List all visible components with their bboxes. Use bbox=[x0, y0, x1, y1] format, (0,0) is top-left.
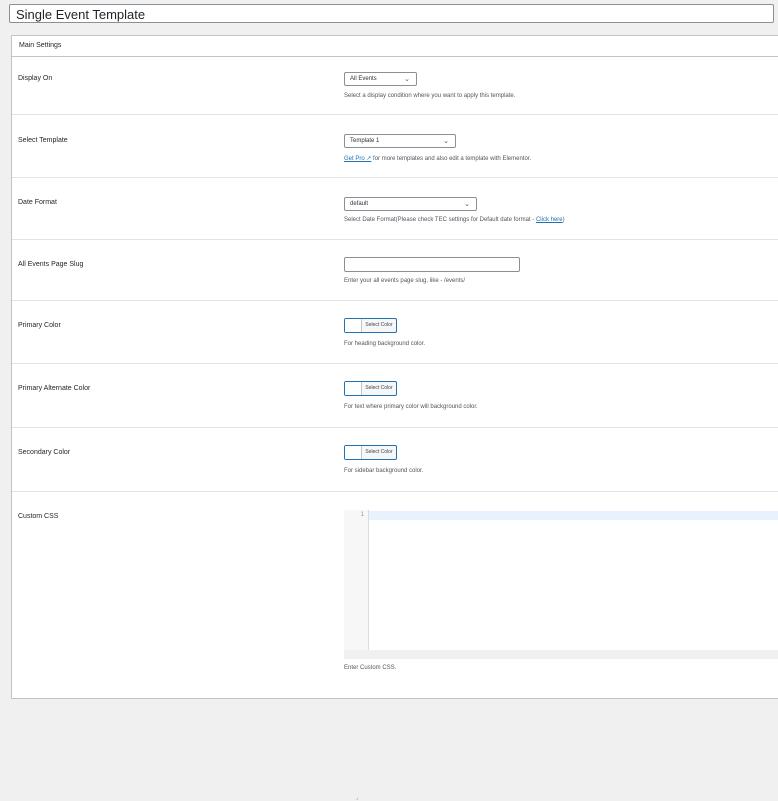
custom-css-label: Custom CSS bbox=[18, 513, 59, 520]
primary-alt-color-description: For text where primary color will backgr… bbox=[344, 404, 478, 410]
chevron-down-icon: ⌄ bbox=[404, 76, 410, 83]
date-format-select[interactable]: default ⌄ bbox=[344, 197, 477, 211]
primary-color-label: Primary Color bbox=[18, 322, 61, 329]
resize-handle-icon[interactable]: ⌟ bbox=[356, 795, 358, 801]
select-color-label: Select Color bbox=[365, 322, 393, 328]
row-secondary-color: Secondary Color Select Color For sidebar… bbox=[12, 427, 778, 492]
date-format-value: default bbox=[350, 201, 369, 207]
custom-css-description: Enter Custom CSS. bbox=[344, 665, 397, 671]
custom-css-editor[interactable]: 1 ⌟ bbox=[344, 510, 778, 801]
select-template-value: Template 1 bbox=[350, 138, 380, 144]
row-primary-alt-color: Primary Alternate Color Select Color For… bbox=[12, 363, 778, 428]
date-format-description: Select Date Format(Please check TEC sett… bbox=[344, 217, 565, 223]
get-pro-link[interactable]: Get Pro ↗ bbox=[344, 156, 371, 162]
events-slug-label: All Events Page Slug bbox=[18, 261, 84, 268]
secondary-color-picker-button[interactable]: Select Color bbox=[344, 445, 397, 460]
row-select-template: Select Template Template 1 ⌄ Get Pro ↗ f… bbox=[12, 114, 778, 178]
chevron-down-icon: ⌄ bbox=[464, 201, 470, 208]
select-template-description-text: for more templates and also edit a templ… bbox=[371, 156, 532, 162]
primary-alt-color-picker-button[interactable]: Select Color bbox=[344, 381, 397, 396]
line-number-gutter: 1 bbox=[344, 510, 369, 650]
primary-color-picker-button[interactable]: Select Color bbox=[344, 318, 397, 333]
date-format-description-end: ) bbox=[562, 217, 565, 223]
display-on-value: All Events bbox=[350, 76, 377, 82]
select-color-label: Select Color bbox=[365, 449, 393, 455]
color-swatch bbox=[345, 446, 362, 459]
select-template-label: Select Template bbox=[18, 137, 68, 144]
secondary-color-description: For sidebar background color. bbox=[344, 468, 424, 474]
select-color-label: Select Color bbox=[365, 385, 393, 391]
events-slug-input[interactable] bbox=[344, 257, 520, 272]
display-on-label: Display On bbox=[18, 75, 53, 82]
date-format-description-text: Select Date Format(Please check TEC sett… bbox=[344, 217, 536, 223]
secondary-color-label: Secondary Color bbox=[18, 449, 71, 456]
display-on-select[interactable]: All Events ⌄ bbox=[344, 72, 417, 86]
row-display-on: Display On All Events ⌄ Select a display… bbox=[12, 56, 778, 115]
primary-alt-color-label: Primary Alternate Color bbox=[18, 385, 91, 392]
main-settings-panel: Main Settings Display On All Events ⌄ Se… bbox=[11, 35, 778, 801]
select-template-description: Get Pro ↗ for more templates and also ed… bbox=[344, 155, 531, 162]
date-format-label: Date Format bbox=[18, 199, 57, 206]
row-events-slug: All Events Page Slug Enter your all even… bbox=[12, 239, 778, 301]
editor-footer: ⌟ bbox=[344, 650, 778, 801]
display-on-description: Select a display condition where you wan… bbox=[344, 93, 516, 99]
color-swatch bbox=[345, 382, 362, 395]
chevron-down-icon: ⌄ bbox=[443, 138, 449, 145]
active-line-highlight bbox=[369, 511, 778, 520]
row-date-format: Date Format default ⌄ Select Date Format… bbox=[12, 177, 778, 240]
primary-color-description: For heading background color. bbox=[344, 341, 426, 347]
select-template-select[interactable]: Template 1 ⌄ bbox=[344, 134, 456, 148]
events-slug-description: Enter your all events page slug, like - … bbox=[344, 278, 466, 284]
row-primary-color: Primary Color Select Color For heading b… bbox=[12, 300, 778, 364]
color-swatch bbox=[345, 319, 362, 332]
post-title-input[interactable]: Single Event Template bbox=[9, 4, 774, 23]
line-number: 1 bbox=[360, 512, 364, 518]
click-here-link[interactable]: Click here bbox=[536, 217, 563, 223]
panel-title: Main Settings bbox=[12, 36, 778, 57]
